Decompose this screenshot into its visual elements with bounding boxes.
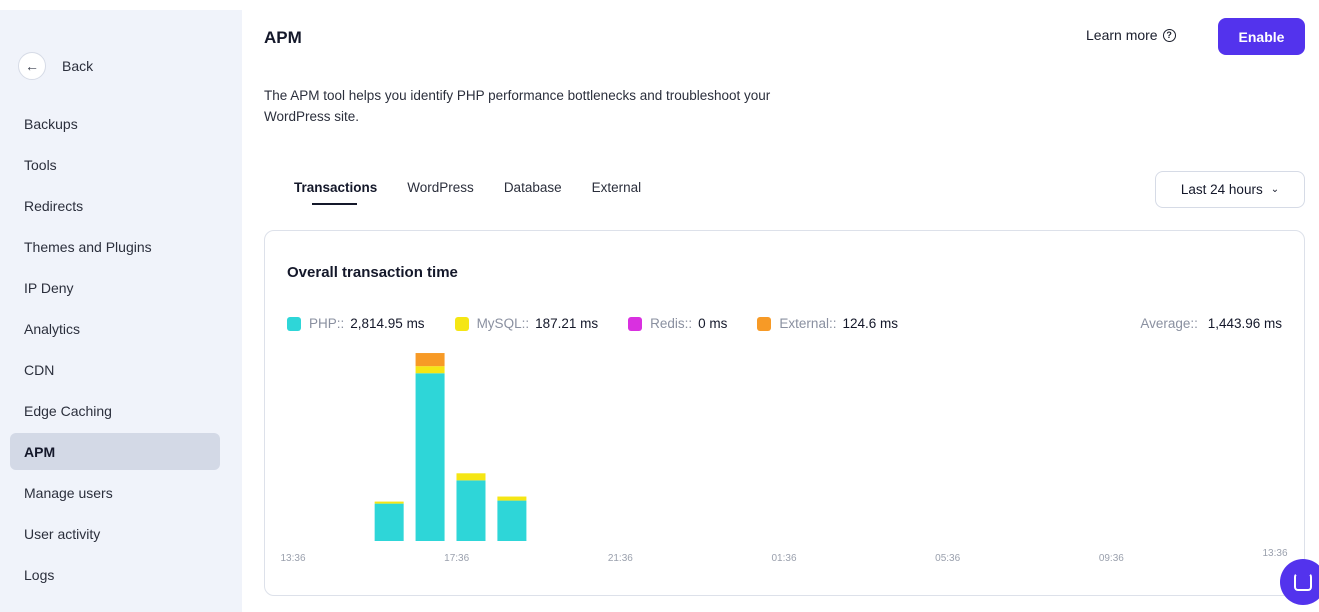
help-circle-icon: ? xyxy=(1162,28,1176,42)
back-label: Back xyxy=(62,58,94,74)
sidebar-item-ip-deny[interactable]: IP Deny xyxy=(10,269,220,306)
sidebar-item-manage-users[interactable]: Manage users xyxy=(10,474,220,511)
x-tick-label: 05:36 xyxy=(935,553,960,564)
bar-segment-mysql[interactable] xyxy=(497,496,527,501)
tab-wordpress[interactable]: WordPress xyxy=(407,180,474,195)
bar-segment-mysql[interactable] xyxy=(415,366,445,374)
chat-icon xyxy=(1294,573,1312,591)
learn-more-link[interactable]: Learn more ? xyxy=(1086,27,1176,43)
x-tick-label: 09:36 xyxy=(1099,553,1124,564)
bar-segment-mysql[interactable] xyxy=(374,501,404,504)
page-title: APM xyxy=(264,28,302,47)
chat-support-button[interactable] xyxy=(1280,559,1319,605)
bar-segment-mysql[interactable] xyxy=(456,473,486,481)
sidebar-item-redirects[interactable]: Redirects xyxy=(10,187,220,224)
time-range-select[interactable]: Last 24 hours ⌄ xyxy=(1155,171,1305,208)
page-description: The APM tool helps you identify PHP perf… xyxy=(264,88,771,124)
bar-segment-php[interactable] xyxy=(415,373,445,541)
back-button[interactable]: ← Back xyxy=(18,52,93,80)
bar-segment-external[interactable] xyxy=(415,353,445,367)
sidebar-item-themes-and-plugins[interactable]: Themes and Plugins xyxy=(10,228,220,265)
transaction-chart: 13:36 17:36 21:36 01:36 05:36 09:36 13:36 xyxy=(280,353,1288,564)
transaction-time-card: Overall transaction time PHP:: 2,814.95 m… xyxy=(264,230,1305,596)
x-tick-label: 01:36 xyxy=(771,553,796,564)
tab-external[interactable]: External xyxy=(592,180,642,195)
sidebar-item-user-activity[interactable]: User activity xyxy=(10,515,220,552)
sidebar-item-backups[interactable]: Backups xyxy=(10,105,220,142)
sidebar-item-apm[interactable]: APM xyxy=(10,433,220,470)
tab-bar: Transactions WordPress Database External xyxy=(294,180,671,205)
bar-segment-php[interactable] xyxy=(374,503,404,541)
learn-more-label: Learn more xyxy=(1086,27,1158,43)
x-tick-label: 17:36 xyxy=(444,553,469,564)
sidebar-nav: Backups Tools Redirects Themes and Plugins I… xyxy=(10,105,220,597)
chevron-down-icon: ⌄ xyxy=(1270,184,1280,195)
enable-button[interactable]: Enable xyxy=(1218,18,1305,55)
tab-database[interactable]: Database xyxy=(504,180,562,195)
sidebar-item-edge-caching[interactable]: Edge Caching xyxy=(10,392,220,429)
bar-segment-php[interactable] xyxy=(497,500,527,541)
sidebar-item-analytics[interactable]: Analytics xyxy=(10,310,220,347)
x-tick-label: 13:36 xyxy=(280,553,305,564)
bar-segment-php[interactable] xyxy=(456,480,486,541)
sidebar-item-tools[interactable]: Tools xyxy=(10,146,220,183)
x-tick-label: 13:36 xyxy=(1262,548,1287,559)
x-tick-label: 21:36 xyxy=(608,553,633,564)
tab-transactions[interactable]: Transactions xyxy=(294,180,377,205)
time-range-value: Last 24 hours xyxy=(1180,182,1263,197)
sidebar: ← Back Backups Tools Redirects Themes and P… xyxy=(0,10,242,612)
sidebar-item-logs[interactable]: Logs xyxy=(10,556,220,593)
sidebar-item-cdn[interactable]: CDN xyxy=(10,351,220,388)
arrow-left-icon: ← xyxy=(18,52,46,80)
